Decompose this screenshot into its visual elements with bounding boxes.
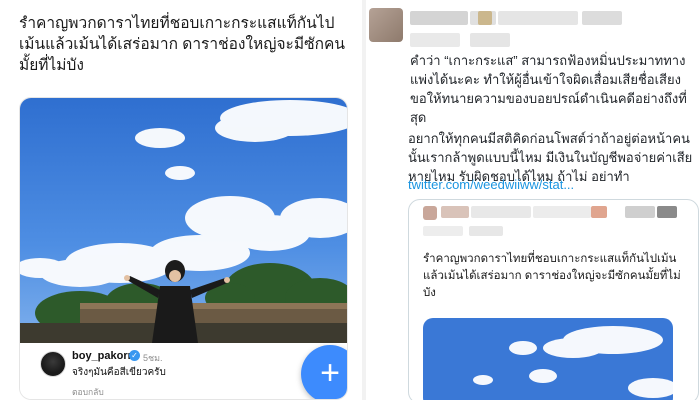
redacted-handle <box>625 206 655 218</box>
redacted-text <box>470 33 510 47</box>
tweet-link[interactable]: twitter.com/weedwiiww/stat... <box>408 177 574 192</box>
tweet-avatar[interactable] <box>369 8 403 42</box>
redacted-name <box>471 206 531 218</box>
right-tweet-panel: คำว่า “เกาะกระแส” สามารถฟ้องหมิ่นประมาทท… <box>366 0 700 400</box>
redacted-handle <box>582 11 622 25</box>
quoted-photo <box>423 318 673 400</box>
post-image-card[interactable]: boy_pakorn ✓ 5ชม. จริงๆมันคือสีเขียวครับ… <box>19 97 348 400</box>
redacted-badge <box>478 11 492 25</box>
comment-text: จริงๆมันคือสีเขียวครับ <box>72 367 166 378</box>
redacted-name <box>410 11 468 25</box>
redacted-handle <box>498 11 578 25</box>
redacted-name <box>441 206 469 218</box>
quoted-tweet[interactable]: รำคาญพวกดาราไทยที่ชอบเกาะกระแสแท็กันไปเม… <box>408 199 699 400</box>
post-photo <box>20 98 347 343</box>
redacted-handle <box>533 206 591 218</box>
commenter-username[interactable]: boy_pakorn <box>72 350 134 362</box>
add-icon[interactable]: + <box>301 345 347 399</box>
redacted-text <box>469 226 503 236</box>
redacted-badge <box>591 206 607 218</box>
left-post-panel: รำคาญพวกดาราไทยที่ชอบเกาะกระแสแท็กันไปเม… <box>0 0 362 400</box>
tweet-paragraph-1: คำว่า “เกาะกระแส” สามารถฟ้องหมิ่นประมาทท… <box>410 53 687 125</box>
redacted-text <box>423 226 463 236</box>
post-text: รำคาญพวกดาราไทยที่ชอบเกาะกระแสแท็กันไปเม… <box>19 15 345 74</box>
commenter-avatar[interactable] <box>40 351 66 377</box>
comment-row: boy_pakorn ✓ 5ชม. จริงๆมันคือสีเขียวครับ… <box>20 343 347 399</box>
redacted-handle <box>657 206 677 218</box>
quoted-avatar <box>423 206 437 220</box>
redacted-text <box>410 33 460 47</box>
quoted-text: รำคาญพวกดาราไทยที่ชอบเกาะกระแสแท็กันไปเม… <box>423 253 681 299</box>
reply-link[interactable]: ตอบกลับ <box>72 385 104 399</box>
comment-time: 5ชม. <box>143 353 163 363</box>
verified-icon: ✓ <box>129 350 140 361</box>
